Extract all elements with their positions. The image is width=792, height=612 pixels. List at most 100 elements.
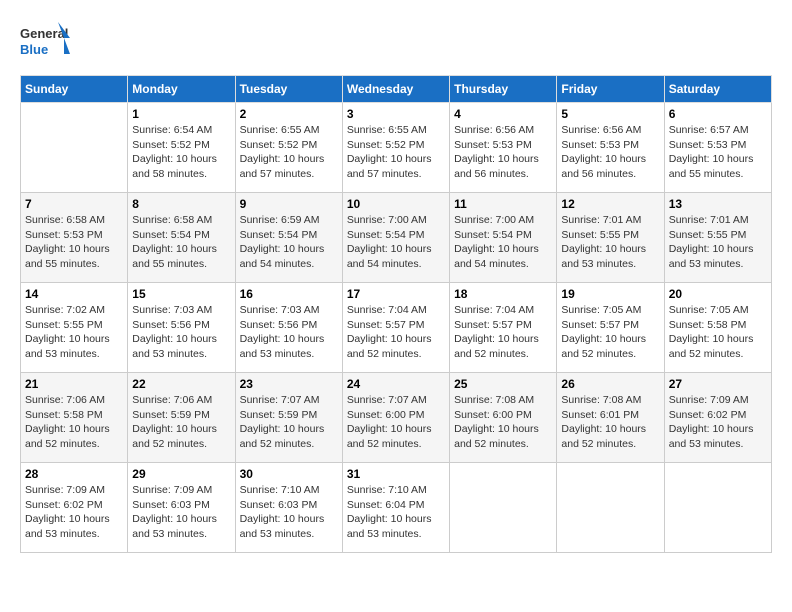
day-number: 18 [454, 287, 552, 301]
calendar-cell: 10 Sunrise: 7:00 AMSunset: 5:54 PMDaylig… [342, 193, 449, 283]
calendar-week-row: 14 Sunrise: 7:02 AMSunset: 5:55 PMDaylig… [21, 283, 772, 373]
cell-info: Sunrise: 7:03 AMSunset: 5:56 PMDaylight:… [132, 304, 217, 360]
calendar-cell: 27 Sunrise: 7:09 AMSunset: 6:02 PMDaylig… [664, 373, 771, 463]
calendar-cell: 18 Sunrise: 7:04 AMSunset: 5:57 PMDaylig… [450, 283, 557, 373]
day-number: 24 [347, 377, 445, 391]
calendar-cell: 25 Sunrise: 7:08 AMSunset: 6:00 PMDaylig… [450, 373, 557, 463]
calendar-cell: 15 Sunrise: 7:03 AMSunset: 5:56 PMDaylig… [128, 283, 235, 373]
day-number: 29 [132, 467, 230, 481]
day-number: 23 [240, 377, 338, 391]
cell-info: Sunrise: 6:55 AMSunset: 5:52 PMDaylight:… [240, 124, 325, 180]
cell-info: Sunrise: 7:05 AMSunset: 5:58 PMDaylight:… [669, 304, 754, 360]
calendar-cell: 12 Sunrise: 7:01 AMSunset: 5:55 PMDaylig… [557, 193, 664, 283]
day-number: 31 [347, 467, 445, 481]
day-number: 25 [454, 377, 552, 391]
day-number: 12 [561, 197, 659, 211]
cell-info: Sunrise: 7:06 AMSunset: 5:58 PMDaylight:… [25, 394, 110, 450]
day-number: 5 [561, 107, 659, 121]
cell-info: Sunrise: 7:09 AMSunset: 6:03 PMDaylight:… [132, 484, 217, 540]
day-number: 13 [669, 197, 767, 211]
cell-info: Sunrise: 7:02 AMSunset: 5:55 PMDaylight:… [25, 304, 110, 360]
cell-info: Sunrise: 7:06 AMSunset: 5:59 PMDaylight:… [132, 394, 217, 450]
col-header-monday: Monday [128, 76, 235, 103]
calendar-cell: 4 Sunrise: 6:56 AMSunset: 5:53 PMDayligh… [450, 103, 557, 193]
day-number: 20 [669, 287, 767, 301]
day-number: 22 [132, 377, 230, 391]
col-header-saturday: Saturday [664, 76, 771, 103]
calendar-cell [557, 463, 664, 553]
calendar-cell: 7 Sunrise: 6:58 AMSunset: 5:53 PMDayligh… [21, 193, 128, 283]
day-number: 8 [132, 197, 230, 211]
calendar-cell: 9 Sunrise: 6:59 AMSunset: 5:54 PMDayligh… [235, 193, 342, 283]
cell-info: Sunrise: 7:01 AMSunset: 5:55 PMDaylight:… [561, 214, 646, 270]
day-number: 26 [561, 377, 659, 391]
calendar-cell: 20 Sunrise: 7:05 AMSunset: 5:58 PMDaylig… [664, 283, 771, 373]
col-header-sunday: Sunday [21, 76, 128, 103]
cell-info: Sunrise: 7:07 AMSunset: 6:00 PMDaylight:… [347, 394, 432, 450]
day-number: 28 [25, 467, 123, 481]
calendar-cell [664, 463, 771, 553]
calendar-cell: 8 Sunrise: 6:58 AMSunset: 5:54 PMDayligh… [128, 193, 235, 283]
day-number: 17 [347, 287, 445, 301]
cell-info: Sunrise: 7:09 AMSunset: 6:02 PMDaylight:… [25, 484, 110, 540]
col-header-friday: Friday [557, 76, 664, 103]
cell-info: Sunrise: 7:10 AMSunset: 6:03 PMDaylight:… [240, 484, 325, 540]
calendar-cell: 16 Sunrise: 7:03 AMSunset: 5:56 PMDaylig… [235, 283, 342, 373]
day-number: 19 [561, 287, 659, 301]
day-number: 7 [25, 197, 123, 211]
day-number: 11 [454, 197, 552, 211]
logo: General Blue [20, 20, 70, 65]
day-number: 2 [240, 107, 338, 121]
col-header-wednesday: Wednesday [342, 76, 449, 103]
cell-info: Sunrise: 7:07 AMSunset: 5:59 PMDaylight:… [240, 394, 325, 450]
day-number: 27 [669, 377, 767, 391]
cell-info: Sunrise: 6:59 AMSunset: 5:54 PMDaylight:… [240, 214, 325, 270]
calendar: SundayMondayTuesdayWednesdayThursdayFrid… [20, 75, 772, 553]
svg-text:Blue: Blue [20, 42, 48, 57]
calendar-week-row: 21 Sunrise: 7:06 AMSunset: 5:58 PMDaylig… [21, 373, 772, 463]
calendar-cell: 2 Sunrise: 6:55 AMSunset: 5:52 PMDayligh… [235, 103, 342, 193]
calendar-cell: 31 Sunrise: 7:10 AMSunset: 6:04 PMDaylig… [342, 463, 449, 553]
calendar-cell: 5 Sunrise: 6:56 AMSunset: 5:53 PMDayligh… [557, 103, 664, 193]
cell-info: Sunrise: 7:05 AMSunset: 5:57 PMDaylight:… [561, 304, 646, 360]
day-number: 4 [454, 107, 552, 121]
cell-info: Sunrise: 7:04 AMSunset: 5:57 PMDaylight:… [347, 304, 432, 360]
calendar-week-row: 28 Sunrise: 7:09 AMSunset: 6:02 PMDaylig… [21, 463, 772, 553]
day-number: 6 [669, 107, 767, 121]
calendar-cell: 3 Sunrise: 6:55 AMSunset: 5:52 PMDayligh… [342, 103, 449, 193]
calendar-cell: 1 Sunrise: 6:54 AMSunset: 5:52 PMDayligh… [128, 103, 235, 193]
day-number: 1 [132, 107, 230, 121]
calendar-cell: 23 Sunrise: 7:07 AMSunset: 5:59 PMDaylig… [235, 373, 342, 463]
day-number: 3 [347, 107, 445, 121]
cell-info: Sunrise: 7:00 AMSunset: 5:54 PMDaylight:… [347, 214, 432, 270]
cell-info: Sunrise: 6:56 AMSunset: 5:53 PMDaylight:… [561, 124, 646, 180]
logo-svg: General Blue [20, 20, 70, 65]
calendar-cell: 22 Sunrise: 7:06 AMSunset: 5:59 PMDaylig… [128, 373, 235, 463]
cell-info: Sunrise: 6:58 AMSunset: 5:53 PMDaylight:… [25, 214, 110, 270]
cell-info: Sunrise: 6:54 AMSunset: 5:52 PMDaylight:… [132, 124, 217, 180]
cell-info: Sunrise: 6:57 AMSunset: 5:53 PMDaylight:… [669, 124, 754, 180]
calendar-cell: 11 Sunrise: 7:00 AMSunset: 5:54 PMDaylig… [450, 193, 557, 283]
calendar-week-row: 7 Sunrise: 6:58 AMSunset: 5:53 PMDayligh… [21, 193, 772, 283]
day-number: 21 [25, 377, 123, 391]
cell-info: Sunrise: 7:09 AMSunset: 6:02 PMDaylight:… [669, 394, 754, 450]
calendar-cell: 21 Sunrise: 7:06 AMSunset: 5:58 PMDaylig… [21, 373, 128, 463]
day-number: 30 [240, 467, 338, 481]
day-number: 15 [132, 287, 230, 301]
calendar-cell: 30 Sunrise: 7:10 AMSunset: 6:03 PMDaylig… [235, 463, 342, 553]
cell-info: Sunrise: 6:56 AMSunset: 5:53 PMDaylight:… [454, 124, 539, 180]
calendar-cell: 24 Sunrise: 7:07 AMSunset: 6:00 PMDaylig… [342, 373, 449, 463]
col-header-tuesday: Tuesday [235, 76, 342, 103]
calendar-cell: 19 Sunrise: 7:05 AMSunset: 5:57 PMDaylig… [557, 283, 664, 373]
day-number: 10 [347, 197, 445, 211]
calendar-cell: 26 Sunrise: 7:08 AMSunset: 6:01 PMDaylig… [557, 373, 664, 463]
cell-info: Sunrise: 6:55 AMSunset: 5:52 PMDaylight:… [347, 124, 432, 180]
calendar-cell: 6 Sunrise: 6:57 AMSunset: 5:53 PMDayligh… [664, 103, 771, 193]
calendar-cell: 28 Sunrise: 7:09 AMSunset: 6:02 PMDaylig… [21, 463, 128, 553]
calendar-cell: 13 Sunrise: 7:01 AMSunset: 5:55 PMDaylig… [664, 193, 771, 283]
cell-info: Sunrise: 7:04 AMSunset: 5:57 PMDaylight:… [454, 304, 539, 360]
day-number: 14 [25, 287, 123, 301]
cell-info: Sunrise: 7:10 AMSunset: 6:04 PMDaylight:… [347, 484, 432, 540]
calendar-header-row: SundayMondayTuesdayWednesdayThursdayFrid… [21, 76, 772, 103]
cell-info: Sunrise: 7:01 AMSunset: 5:55 PMDaylight:… [669, 214, 754, 270]
